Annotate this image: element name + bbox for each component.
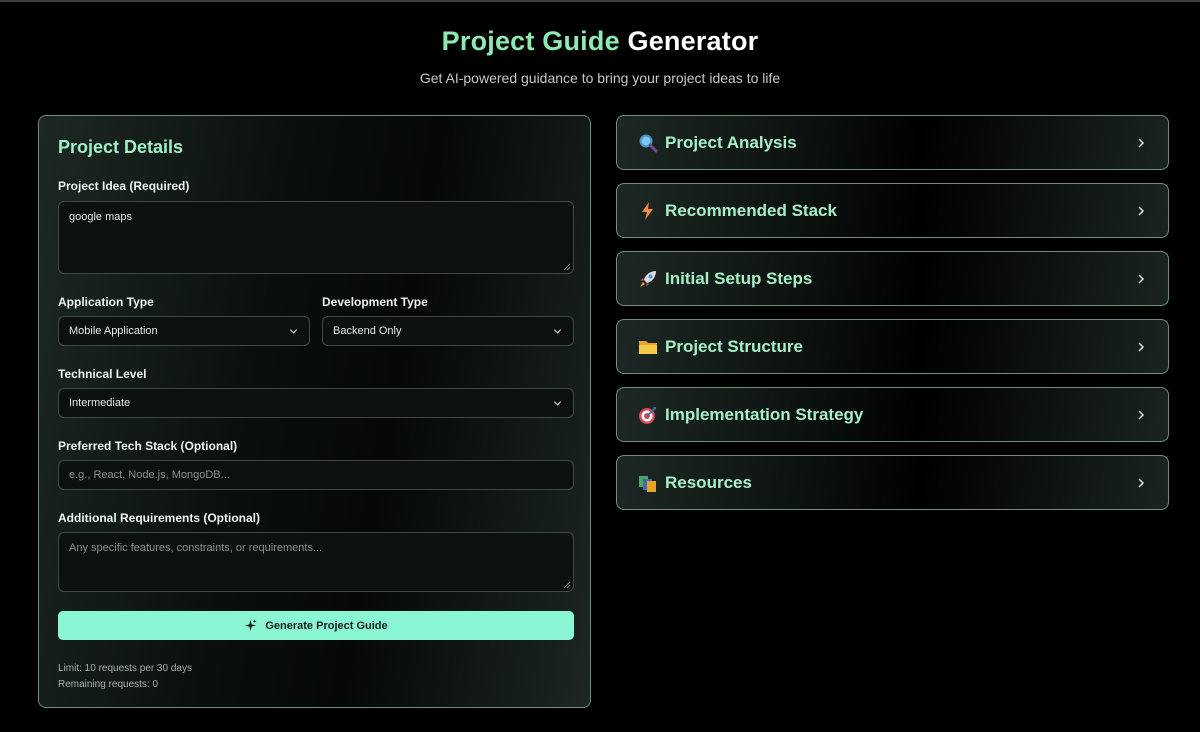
project-details-card: Project Details Project Idea (Required) … [38, 115, 591, 708]
sparkles-icon [245, 619, 257, 632]
chevron-down-icon [553, 329, 562, 334]
section-project-structure[interactable]: Project Structure [616, 319, 1169, 374]
technical-level-value: Intermediate [69, 397, 131, 409]
chevron-down-icon [289, 329, 298, 334]
section-initial-setup-steps[interactable]: Initial Setup Steps [616, 251, 1169, 306]
page-subtitle: Get AI-powered guidance to bring your pr… [419, 70, 781, 86]
books-icon [639, 476, 656, 492]
requirements-label: Additional Requirements (Optional) [58, 511, 261, 525]
section-recommended-stack[interactable]: Recommended Stack [616, 183, 1169, 238]
development-type-label: Development Type [322, 295, 428, 309]
project-idea-value: google maps [69, 211, 132, 223]
folder-icon [639, 341, 657, 354]
application-type-label: Application Type [58, 295, 154, 309]
generate-button-label: Generate Project Guide [265, 619, 388, 632]
development-type-value: Backend Only [333, 325, 402, 337]
section-project-analysis[interactable]: Project Analysis [616, 115, 1169, 170]
application-type-value: Mobile Application [69, 325, 158, 337]
tech-stack-placeholder: e.g., React, Node.js, MongoDB... [69, 469, 230, 481]
page-header: Project Guide Generator Get AI-powered g… [0, 26, 1200, 86]
tech-stack-input[interactable]: e.g., React, Node.js, MongoDB... [58, 460, 574, 490]
resize-grip-icon[interactable] [563, 581, 571, 589]
rate-limit-info: Limit: 10 requests per 30 days Remaining… [58, 661, 192, 693]
generate-project-guide-button[interactable]: Generate Project Guide [58, 611, 574, 640]
chevron-right-icon [1138, 342, 1145, 352]
chevron-right-icon [1138, 410, 1145, 420]
section-label: Resources [665, 472, 752, 492]
magnifier-icon [639, 134, 658, 153]
chevron-right-icon [1138, 138, 1145, 148]
section-label: Recommended Stack [665, 200, 837, 220]
card-title: Project Details [58, 137, 184, 157]
page-title-accent: Project Guide [441, 26, 620, 56]
section-label: Project Structure [665, 336, 803, 356]
requirements-placeholder: Any specific features, constraints, or r… [69, 542, 323, 554]
section-implementation-strategy[interactable]: Implementation Strategy [616, 387, 1169, 442]
application-type-select[interactable]: Mobile Application [58, 316, 310, 346]
chevron-right-icon [1138, 274, 1145, 284]
technical-level-select[interactable]: Intermediate [58, 388, 574, 418]
project-idea-label: Project Idea (Required) [58, 179, 190, 193]
requirements-textarea[interactable]: Any specific features, constraints, or r… [58, 532, 574, 592]
development-type-select[interactable]: Backend Only [322, 316, 574, 346]
remaining-requests-text: Remaining requests: 0 [58, 679, 159, 690]
rocket-icon [640, 271, 656, 287]
chevron-down-icon [553, 401, 562, 406]
section-resources[interactable]: Resources [616, 455, 1169, 510]
section-label: Project Analysis [665, 132, 797, 152]
target-icon [639, 407, 656, 424]
section-label: Initial Setup Steps [665, 268, 813, 288]
resize-grip-icon[interactable] [563, 263, 571, 271]
page-title: Project Guide Generator [0, 26, 1200, 57]
technical-level-label: Technical Level [58, 367, 147, 381]
limit-text: Limit: 10 requests per 30 days [58, 663, 192, 674]
chevron-right-icon [1138, 206, 1145, 216]
lightning-icon [642, 202, 653, 220]
section-label: Implementation Strategy [665, 404, 864, 424]
chevron-right-icon [1138, 478, 1145, 488]
page-title-main: Generator [627, 26, 759, 56]
tech-stack-label: Preferred Tech Stack (Optional) [58, 439, 238, 453]
project-idea-textarea[interactable]: google maps [58, 201, 574, 274]
